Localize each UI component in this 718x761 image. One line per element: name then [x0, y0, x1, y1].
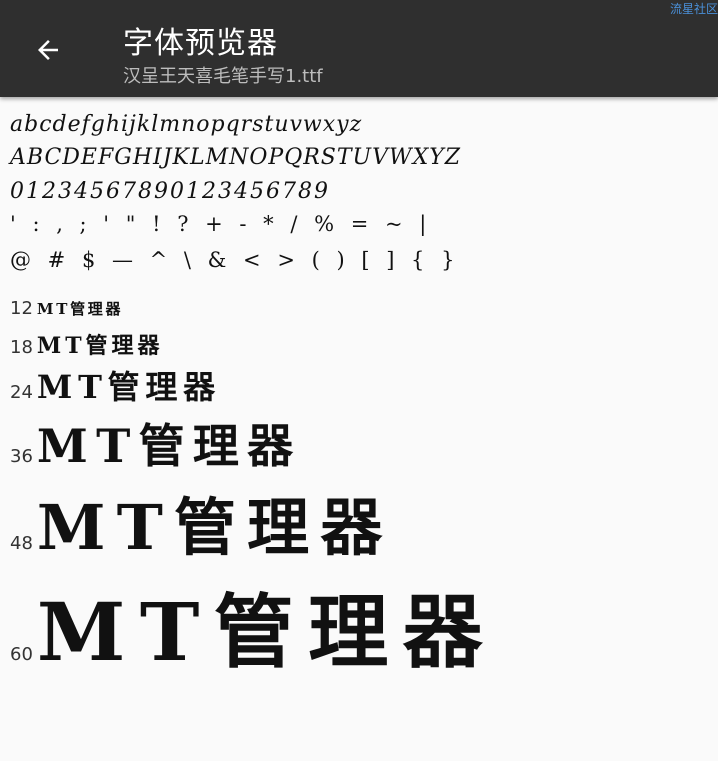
punctuation-sample-2: @ # $ — ^ \ & < > ( ) [ ] { } [10, 248, 460, 272]
size-sample-text: MT管理器 [36, 368, 221, 406]
size-row-60: 60 MT管理器 [10, 568, 497, 684]
size-row-36: 36 MT管理器 [10, 410, 301, 476]
size-row-12: 12 MT管理器 [10, 298, 123, 319]
size-label: 48 [10, 533, 33, 554]
size-label: 24 [10, 382, 33, 403]
size-label: 36 [10, 446, 33, 467]
font-file-name: 汉呈王天喜毛笔手写1.ttf [123, 66, 323, 87]
size-row-48: 48 MT管理器 [10, 477, 393, 567]
size-sample-text: MT管理器 [36, 419, 302, 473]
lowercase-sample: abcdefghijklmnopqrstuvwxyz [10, 112, 363, 137]
size-row-18: 18 MT管理器 [10, 328, 163, 360]
size-label: 12 [10, 298, 33, 319]
size-sample-text: MT管理器 [36, 300, 124, 318]
size-sample-text: MT管理器 [36, 585, 497, 679]
uppercase-sample: ABCDEFGHIJKLMNOPQRSTUVWXYZ [10, 145, 462, 170]
back-button[interactable] [24, 26, 72, 74]
punctuation-sample-1: ' : , ; ' " ! ? + - * / % = ~ | [10, 212, 432, 236]
size-label: 60 [10, 644, 33, 665]
size-row-24: 24 MT管理器 [10, 362, 221, 408]
size-label: 18 [10, 337, 33, 358]
arrow-back-icon [38, 40, 58, 60]
size-sample-text: MT管理器 [36, 491, 394, 564]
size-sample-text: MT管理器 [36, 333, 164, 359]
page-title: 字体预览器 [123, 26, 278, 61]
digits-sample: 01234567890123456789 [10, 179, 330, 204]
app-bar: 字体预览器 汉呈王天喜毛笔手写1.ttf [0, 0, 718, 97]
watermark-label: 流星社区 [669, 2, 718, 16]
